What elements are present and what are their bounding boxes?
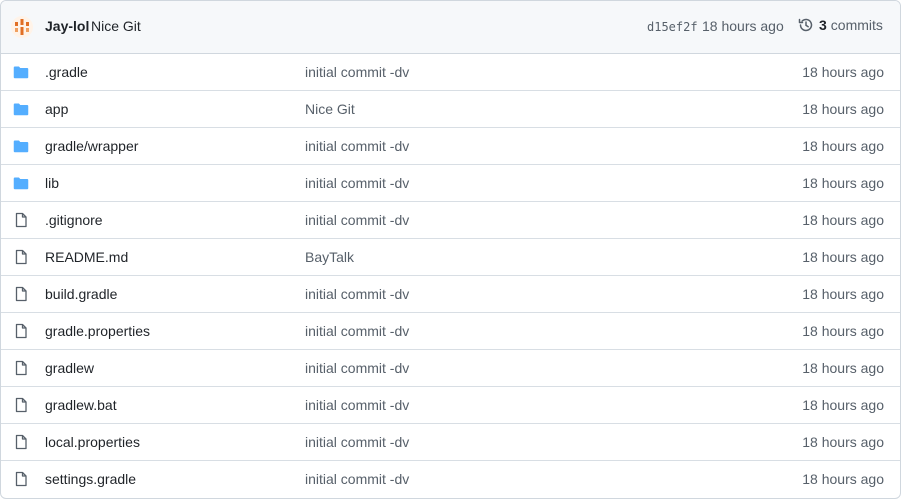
file-name[interactable]: gradle.properties — [45, 323, 150, 339]
file-row[interactable]: gradlew.bat initial commit -dv 18 hours ag… — [1, 387, 900, 424]
file-commit-message[interactable]: initial commit -dv — [305, 286, 409, 302]
file-commit-message[interactable]: initial commit -dv — [305, 64, 409, 80]
file-icon — [15, 249, 27, 265]
file-row[interactable]: gradle.properties initial commit -dv 18 ho… — [1, 313, 900, 350]
file-commit-message[interactable]: BayTalk — [305, 249, 354, 265]
file-name[interactable]: README.md — [45, 249, 128, 265]
file-row[interactable]: app Nice Git 18 hours ago — [1, 91, 900, 128]
file-commit-time: 18 hours ago — [802, 323, 884, 339]
avatar[interactable] — [11, 16, 33, 38]
file-name[interactable]: build.gradle — [45, 286, 117, 302]
file-commit-time: 18 hours ago — [802, 101, 884, 117]
commit-sha[interactable]: d15ef2f — [647, 20, 698, 34]
file-commit-message[interactable]: initial commit -dv — [305, 175, 409, 191]
file-commit-time: 18 hours ago — [802, 471, 884, 487]
latest-commit-header: Jay-lol Nice Git d15ef2f 18 hours ago 3 … — [1, 1, 900, 54]
history-icon — [798, 18, 813, 32]
file-commit-time: 18 hours ago — [802, 434, 884, 450]
commit-message[interactable]: Nice Git — [91, 18, 141, 34]
file-commit-time: 18 hours ago — [802, 360, 884, 376]
file-commit-time: 18 hours ago — [802, 249, 884, 265]
file-row[interactable]: settings.gradle initial commit -dv 18 hour… — [1, 461, 900, 497]
file-icon — [15, 212, 27, 228]
file-row[interactable]: build.gradle initial commit -dv 18 hours a… — [1, 276, 900, 313]
file-icon — [15, 434, 27, 450]
file-name[interactable]: settings.gradle — [45, 471, 136, 487]
file-row[interactable]: .gradle initial commit -dv 18 hours ago — [1, 54, 900, 91]
file-name[interactable]: .gitignore — [45, 212, 103, 228]
file-list: .gradle initial commit -dv 18 hours ago app… — [1, 54, 900, 497]
commit-author[interactable]: Jay-lol — [45, 18, 89, 34]
file-row[interactable]: gradle/wrapper initial commit -dv 18 hours… — [1, 128, 900, 165]
file-commit-time: 18 hours ago — [802, 286, 884, 302]
file-commit-time: 18 hours ago — [802, 212, 884, 228]
file-commit-time: 18 hours ago — [802, 397, 884, 413]
file-browser: Jay-lol Nice Git d15ef2f 18 hours ago 3 … — [0, 0, 901, 499]
file-row[interactable]: lib initial commit -dv 18 hours ago — [1, 165, 900, 202]
folder-icon — [13, 103, 29, 116]
file-commit-message[interactable]: initial commit -dv — [305, 471, 409, 487]
commit-label: commits — [830, 17, 883, 33]
file-commit-message[interactable]: initial commit -dv — [305, 323, 409, 339]
folder-icon — [13, 140, 29, 153]
file-commit-message[interactable]: initial commit -dv — [305, 138, 409, 154]
file-icon — [15, 471, 27, 487]
file-commit-message[interactable]: Nice Git — [305, 101, 355, 117]
folder-icon — [13, 177, 29, 190]
file-commit-time: 18 hours ago — [802, 175, 884, 191]
file-icon — [15, 323, 27, 339]
file-icon — [15, 397, 27, 413]
file-commit-message[interactable]: initial commit -dv — [305, 434, 409, 450]
file-commit-time: 18 hours ago — [802, 64, 884, 80]
file-name[interactable]: app — [45, 101, 68, 117]
file-row[interactable]: .gitignore initial commit -dv 18 hours ago — [1, 202, 900, 239]
file-commit-message[interactable]: initial commit -dv — [305, 212, 409, 228]
file-name[interactable]: local.properties — [45, 434, 140, 450]
file-commit-time: 18 hours ago — [802, 138, 884, 154]
folder-icon — [13, 66, 29, 79]
file-name[interactable]: .gradle — [45, 64, 88, 80]
file-row[interactable]: README.md BayTalk 18 hours ago — [1, 239, 900, 276]
file-name[interactable]: gradlew — [45, 360, 94, 376]
commit-time: 18 hours ago — [702, 18, 784, 34]
file-commit-message[interactable]: initial commit -dv — [305, 397, 409, 413]
file-name[interactable]: lib — [45, 175, 59, 191]
file-icon — [15, 360, 27, 376]
file-commit-message[interactable]: initial commit -dv — [305, 360, 409, 376]
file-icon — [15, 286, 27, 302]
file-name[interactable]: gradlew.bat — [45, 397, 117, 413]
commit-count: 3 — [819, 17, 827, 33]
file-name[interactable]: gradle/wrapper — [45, 138, 138, 154]
commits-link[interactable]: 3 commits — [798, 17, 883, 33]
file-row[interactable]: gradlew initial commit -dv 18 hours ago — [1, 350, 900, 387]
file-row[interactable]: local.properties initial commit -dv 18 hou… — [1, 424, 900, 461]
